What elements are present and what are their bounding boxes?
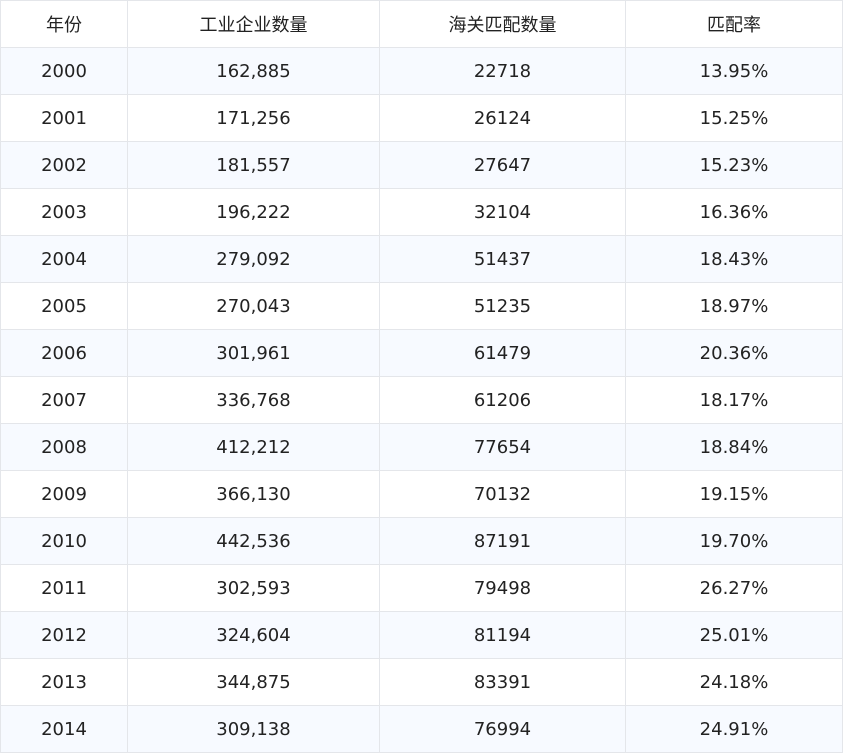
cell-year: 2005: [0, 282, 128, 330]
cell-customs-match-count: 76994: [379, 705, 626, 753]
cell-customs-match-count: 79498: [379, 564, 626, 612]
cell-year: 2002: [0, 141, 128, 189]
cell-industrial-firm-count: 442,536: [127, 517, 380, 565]
table-row: 2003 196,222 32104 16.36%: [0, 188, 843, 236]
cell-customs-match-count: 70132: [379, 470, 626, 518]
cell-year: 2000: [0, 47, 128, 95]
cell-customs-match-count: 26124: [379, 94, 626, 142]
header-industrial-firm-count: 工业企业数量: [127, 0, 380, 48]
cell-match-rate: 16.36%: [625, 188, 843, 236]
table-row: 2010 442,536 87191 19.70%: [0, 517, 843, 565]
cell-year: 2008: [0, 423, 128, 471]
cell-match-rate: 25.01%: [625, 611, 843, 659]
cell-customs-match-count: 32104: [379, 188, 626, 236]
cell-year: 2003: [0, 188, 128, 236]
cell-match-rate: 18.17%: [625, 376, 843, 424]
cell-year: 2010: [0, 517, 128, 565]
cell-customs-match-count: 81194: [379, 611, 626, 659]
cell-industrial-firm-count: 336,768: [127, 376, 380, 424]
cell-industrial-firm-count: 366,130: [127, 470, 380, 518]
cell-match-rate: 19.15%: [625, 470, 843, 518]
cell-industrial-firm-count: 309,138: [127, 705, 380, 753]
cell-industrial-firm-count: 181,557: [127, 141, 380, 189]
table-row: 2002 181,557 27647 15.23%: [0, 141, 843, 189]
cell-industrial-firm-count: 279,092: [127, 235, 380, 283]
cell-industrial-firm-count: 412,212: [127, 423, 380, 471]
cell-industrial-firm-count: 270,043: [127, 282, 380, 330]
cell-industrial-firm-count: 302,593: [127, 564, 380, 612]
cell-year: 2006: [0, 329, 128, 377]
data-table-container: 年份 工业企业数量 海关匹配数量 匹配率 2000 162,885 22718 …: [0, 0, 843, 756]
table-row: 2004 279,092 51437 18.43%: [0, 235, 843, 283]
cell-industrial-firm-count: 162,885: [127, 47, 380, 95]
cell-match-rate: 20.36%: [625, 329, 843, 377]
cell-match-rate: 13.95%: [625, 47, 843, 95]
cell-match-rate: 15.25%: [625, 94, 843, 142]
cell-match-rate: 15.23%: [625, 141, 843, 189]
table-row: 2011 302,593 79498 26.27%: [0, 564, 843, 612]
header-year: 年份: [0, 0, 128, 48]
cell-year: 2009: [0, 470, 128, 518]
table-row: 2012 324,604 81194 25.01%: [0, 611, 843, 659]
cell-year: 2013: [0, 658, 128, 706]
header-customs-match-count: 海关匹配数量: [379, 0, 626, 48]
cell-match-rate: 26.27%: [625, 564, 843, 612]
table-row: 2001 171,256 26124 15.25%: [0, 94, 843, 142]
cell-industrial-firm-count: 344,875: [127, 658, 380, 706]
table-row: 2009 366,130 70132 19.15%: [0, 470, 843, 518]
table-row: 2005 270,043 51235 18.97%: [0, 282, 843, 330]
cell-year: 2014: [0, 705, 128, 753]
table-row: 2013 344,875 83391 24.18%: [0, 658, 843, 706]
cell-match-rate: 19.70%: [625, 517, 843, 565]
table-row: 2008 412,212 77654 18.84%: [0, 423, 843, 471]
cell-customs-match-count: 22718: [379, 47, 626, 95]
cell-year: 2011: [0, 564, 128, 612]
table-row: 2006 301,961 61479 20.36%: [0, 329, 843, 377]
cell-industrial-firm-count: 301,961: [127, 329, 380, 377]
data-table: 年份 工业企业数量 海关匹配数量 匹配率 2000 162,885 22718 …: [0, 0, 843, 753]
cell-industrial-firm-count: 196,222: [127, 188, 380, 236]
cell-year: 2001: [0, 94, 128, 142]
cell-match-rate: 18.84%: [625, 423, 843, 471]
cell-match-rate: 24.91%: [625, 705, 843, 753]
cell-industrial-firm-count: 324,604: [127, 611, 380, 659]
cell-year: 2012: [0, 611, 128, 659]
cell-year: 2007: [0, 376, 128, 424]
cell-customs-match-count: 61206: [379, 376, 626, 424]
table-row: 2007 336,768 61206 18.17%: [0, 376, 843, 424]
cell-customs-match-count: 77654: [379, 423, 626, 471]
cell-customs-match-count: 51235: [379, 282, 626, 330]
cell-customs-match-count: 61479: [379, 329, 626, 377]
cell-match-rate: 18.43%: [625, 235, 843, 283]
cell-customs-match-count: 87191: [379, 517, 626, 565]
table-header-row: 年份 工业企业数量 海关匹配数量 匹配率: [0, 0, 843, 48]
cell-year: 2004: [0, 235, 128, 283]
cell-match-rate: 18.97%: [625, 282, 843, 330]
cell-customs-match-count: 83391: [379, 658, 626, 706]
header-match-rate: 匹配率: [625, 0, 843, 48]
cell-industrial-firm-count: 171,256: [127, 94, 380, 142]
table-row: 2000 162,885 22718 13.95%: [0, 47, 843, 95]
table-row: 2014 309,138 76994 24.91%: [0, 705, 843, 753]
cell-match-rate: 24.18%: [625, 658, 843, 706]
cell-customs-match-count: 27647: [379, 141, 626, 189]
cell-customs-match-count: 51437: [379, 235, 626, 283]
